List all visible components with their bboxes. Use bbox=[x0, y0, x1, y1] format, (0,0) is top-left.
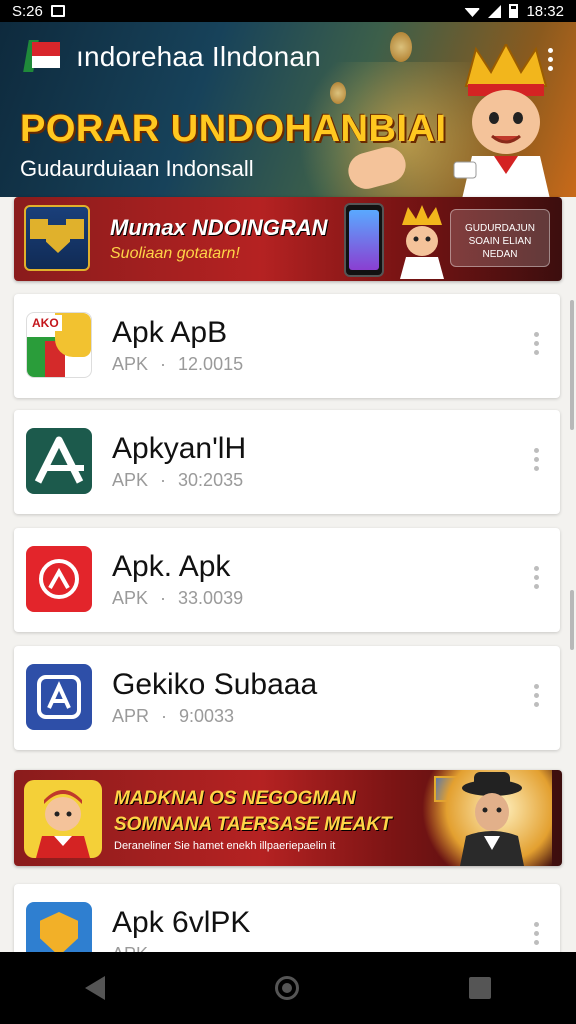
app-title: ındorehaa Ilndonan bbox=[76, 41, 321, 72]
app-version: 33.0039 bbox=[178, 588, 244, 608]
scrollbar-thumb[interactable] bbox=[570, 590, 574, 650]
app-name: Apk 6vlPK bbox=[112, 906, 251, 939]
character-badge-icon bbox=[24, 780, 102, 858]
more-options-icon[interactable] bbox=[534, 684, 540, 707]
blue-frame-icon bbox=[26, 664, 92, 730]
promo-cta-button[interactable]: GUDURDAJUN SOAIN ELIAN NEDAN bbox=[450, 209, 550, 267]
status-time-right: 18:32 bbox=[526, 2, 564, 20]
person-illustration bbox=[422, 770, 552, 866]
app-separator: · bbox=[160, 588, 167, 608]
phone-illustration bbox=[344, 203, 384, 277]
app-version: 9:0033 bbox=[179, 706, 235, 726]
home-icon[interactable] bbox=[275, 976, 299, 1000]
mini-mascot-illustration bbox=[400, 205, 444, 279]
app-list-item[interactable]: Gekiko Subaaa APR · 9:0033 bbox=[14, 646, 560, 750]
app-name: Gekiko Subaaa bbox=[112, 668, 318, 701]
red-circle-icon bbox=[26, 546, 92, 612]
app-type: APR bbox=[112, 706, 150, 726]
app-version: 30:2035 bbox=[178, 470, 244, 490]
status-bar: S:26 18:32 bbox=[0, 0, 576, 22]
recent-apps-icon[interactable] bbox=[469, 977, 491, 999]
app-list-item[interactable]: Apk. Apk APK · 33.0039 bbox=[14, 528, 560, 632]
lantern-decoration bbox=[390, 32, 412, 62]
app-type: APK bbox=[112, 354, 149, 374]
header-banner: ındorehaa Ilndonan PORAR UNDOHANBIAI Gud… bbox=[0, 22, 576, 197]
app-separator: · bbox=[160, 470, 167, 490]
app-meta: APK · 12.0015 bbox=[112, 354, 243, 375]
system-nav-bar bbox=[0, 952, 576, 1024]
promo-banner-bottom[interactable]: MADKNAI OS NEGOGMAN SOMNANA TAERSASE MEA… bbox=[14, 770, 562, 866]
more-options-icon[interactable] bbox=[534, 332, 540, 355]
promo-title-line2: SOMNANA TAERSASE MEAKT bbox=[114, 814, 392, 835]
a-letter-icon bbox=[26, 428, 92, 494]
promo-subtitle: Suoliaan gotatarn! bbox=[110, 245, 240, 262]
status-time-left: S:26 bbox=[12, 2, 43, 20]
app-separator: · bbox=[160, 354, 167, 374]
more-options-icon[interactable] bbox=[534, 922, 540, 945]
promo-subtitle: Deraneliner Sie hamet enekh illpaeriepae… bbox=[114, 840, 336, 852]
promo-title: Mumax NDOINGRAN bbox=[110, 215, 328, 240]
scrollbar[interactable] bbox=[570, 300, 574, 430]
app-type: APK bbox=[112, 470, 149, 490]
battery-icon bbox=[509, 4, 519, 18]
status-right: 18:32 bbox=[464, 3, 564, 20]
wifi-icon bbox=[464, 8, 481, 17]
promo-title-line1: MADKNAI OS NEGOGMAN bbox=[114, 788, 356, 809]
app-name: Apk. Apk bbox=[112, 550, 231, 583]
app-icon-tag: AKO bbox=[29, 315, 62, 331]
app-list-item[interactable]: Apkyan'lH APK · 30:2035 bbox=[14, 410, 560, 514]
header-headline: PORAR UNDOHANBIAI bbox=[20, 108, 447, 150]
app-type: APK bbox=[112, 588, 149, 608]
lantern-decoration bbox=[330, 82, 346, 104]
status-left: S:26 bbox=[12, 3, 65, 20]
app-version: 12.0015 bbox=[178, 354, 244, 374]
back-icon[interactable] bbox=[85, 976, 105, 1000]
app-meta: APK · 30:2035 bbox=[112, 470, 243, 491]
app-list-item[interactable]: AKO Apk ApB APK · 12.0015 bbox=[14, 294, 560, 398]
app-logo-icon bbox=[23, 40, 64, 74]
mascot-illustration bbox=[453, 44, 550, 197]
signal-icon bbox=[488, 4, 502, 18]
app-name: Apk ApB bbox=[112, 316, 228, 349]
image-notification-icon bbox=[50, 5, 65, 17]
more-options-icon[interactable] bbox=[534, 448, 540, 471]
more-options-icon[interactable] bbox=[534, 566, 540, 589]
app-name: Apkyan'lH bbox=[112, 432, 247, 465]
app-bar: ındorehaa Ilndonan bbox=[23, 40, 321, 74]
header-subtitle: Gudaurduiaan Indonsall bbox=[20, 156, 254, 181]
colorful-tag-icon: AKO bbox=[26, 312, 92, 378]
app-separator: · bbox=[161, 706, 168, 726]
promo-banner-top[interactable]: Mumax NDOINGRAN Suoliaan gotatarn! GUDUR… bbox=[14, 197, 562, 281]
app-meta: APR · 9:0033 bbox=[112, 706, 234, 727]
garuda-emblem-icon bbox=[24, 205, 90, 271]
app-meta: APK · 33.0039 bbox=[112, 588, 243, 609]
